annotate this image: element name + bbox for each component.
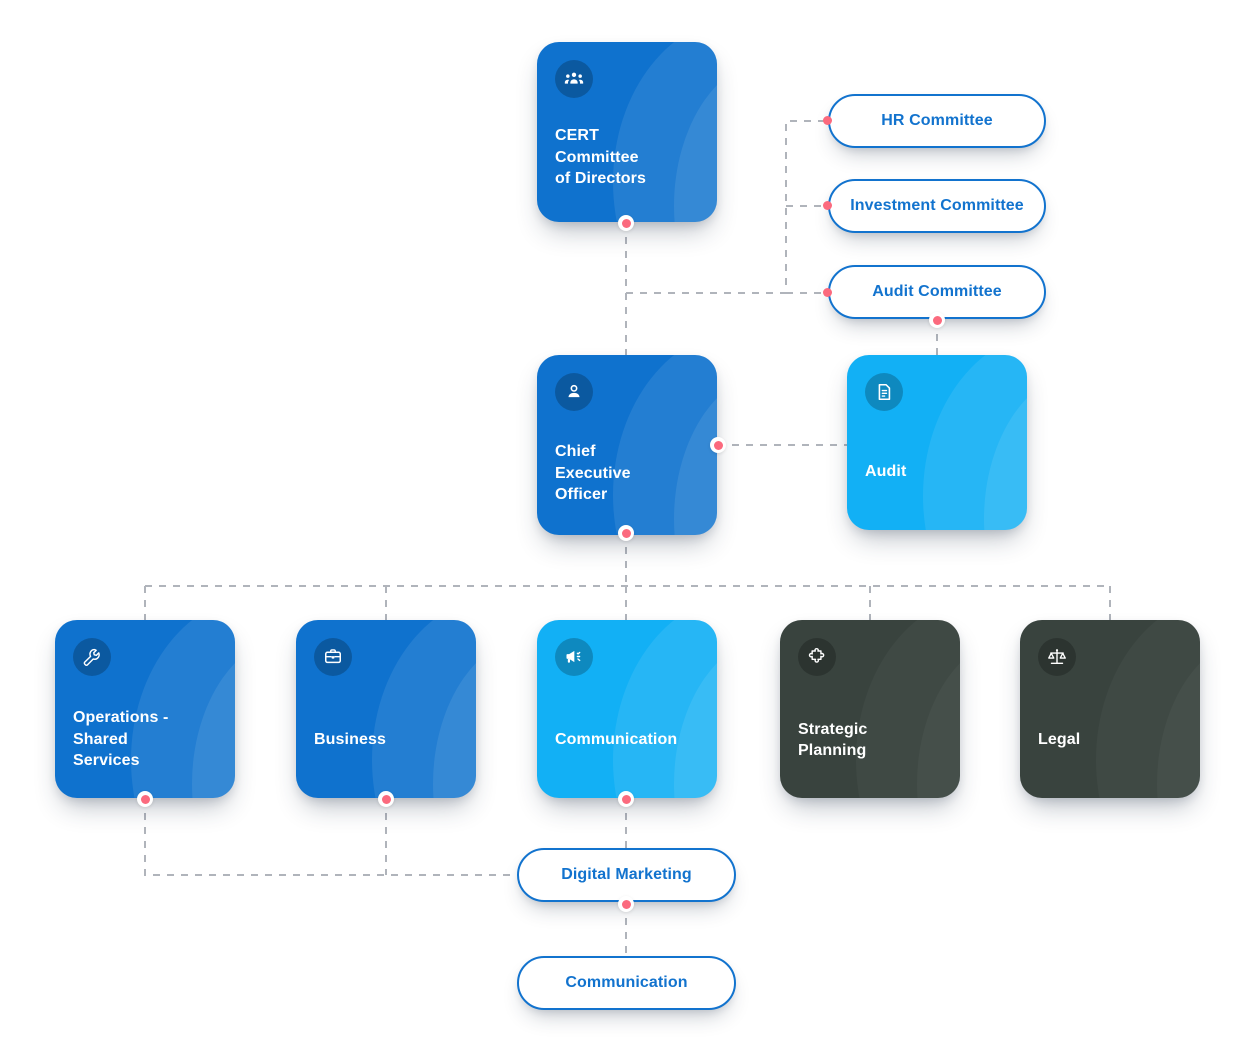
org-chart-canvas: CERT Committee of Directors Chief Execut… (0, 0, 1249, 1061)
node-legal[interactable]: Legal (1020, 620, 1200, 798)
node-chief-executive-officer[interactable]: Chief Executive Officer (537, 355, 717, 535)
connector-dot-business-bottom (378, 791, 394, 807)
card-decoration-arc (1096, 620, 1200, 798)
pill-hr-committee[interactable]: HR Committee (828, 94, 1046, 148)
connector-dot-ceo-bottom (618, 525, 634, 541)
pill-communication[interactable]: Communication (517, 956, 736, 1010)
document-icon (865, 373, 903, 411)
people-group-icon (555, 60, 593, 98)
connector-operations-to-digital-marketing (144, 799, 517, 876)
card-decoration-arc (856, 620, 960, 798)
card-label: Chief Executive Officer (555, 443, 631, 504)
card-decoration-arc (612, 620, 717, 798)
connector-dot-investment-committee-left (823, 201, 832, 210)
card-decoration-arc-2 (673, 634, 717, 798)
card-label: Legal (1038, 731, 1081, 749)
card-decoration-arc-2 (983, 369, 1027, 530)
node-audit[interactable]: Audit (847, 355, 1027, 530)
connector-dot-hr-committee-left (823, 116, 832, 125)
card-decoration-arc (922, 355, 1027, 530)
connector-dot-operations-bottom (137, 791, 153, 807)
connector-dot-digital-marketing-bottom (618, 896, 634, 912)
connector-dot-cert-bottom (618, 215, 634, 231)
connector-dot-communication-bottom (618, 791, 634, 807)
puzzle-piece-icon (798, 638, 836, 676)
node-cert-committee-of-directors[interactable]: CERT Committee of Directors (537, 42, 717, 222)
megaphone-icon (555, 638, 593, 676)
card-decoration-arc-2 (1157, 634, 1200, 798)
connector-dot-audit-committee-left (823, 288, 832, 297)
node-communication-department[interactable]: Communication (537, 620, 717, 798)
connector-dot-ceo-right (710, 437, 726, 453)
card-decoration-arc-2 (432, 634, 476, 798)
card-label: Operations - Shared Services (73, 709, 169, 770)
connector-dot-audit-committee-bottom (929, 312, 945, 328)
card-decoration-arc-2 (917, 634, 960, 798)
briefcase-icon (314, 638, 352, 676)
node-business[interactable]: Business (296, 620, 476, 798)
node-operations-shared-services[interactable]: Operations - Shared Services (55, 620, 235, 798)
node-strategic-planning[interactable]: Strategic Planning (780, 620, 960, 798)
scales-icon (1038, 638, 1076, 676)
card-decoration-arc (371, 620, 476, 798)
person-icon (555, 373, 593, 411)
pill-digital-marketing[interactable]: Digital Marketing (517, 848, 736, 902)
card-label: Strategic Planning (798, 720, 868, 760)
wrench-icon (73, 638, 111, 676)
card-label: Business (314, 731, 386, 749)
pill-investment-committee[interactable]: Investment Committee (828, 179, 1046, 233)
card-label: Audit (865, 463, 907, 481)
pill-audit-committee[interactable]: Audit Committee (828, 265, 1046, 319)
card-label: Communication (555, 731, 678, 749)
card-label: CERT Committee of Directors (555, 127, 646, 188)
